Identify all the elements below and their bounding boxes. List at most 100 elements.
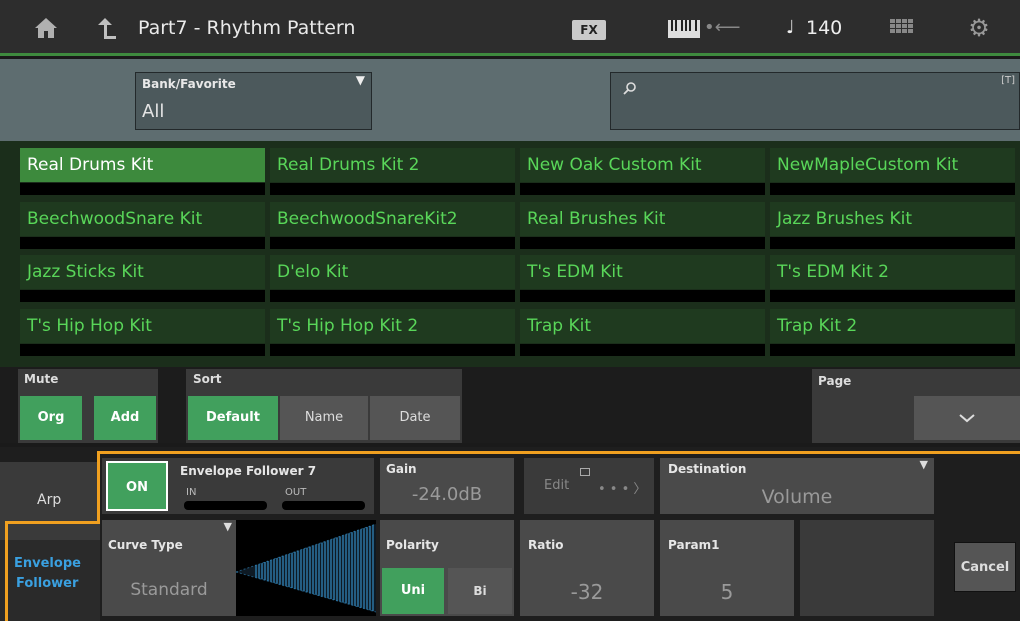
title-bar: Part7 - Rhythm Pattern FX •⟵ ♩ 140 ⚙ [0,0,1020,56]
kit-item-meter [20,290,265,302]
kit-item-label: D'elo Kit [270,255,515,289]
polarity-uni-button[interactable]: Uni [382,568,444,614]
envelope-on-button[interactable]: ON [106,461,168,511]
sort-date-button[interactable]: Date [370,396,460,440]
fx-badge[interactable]: FX [572,20,606,40]
kit-item-label: Jazz Sticks Kit [20,255,265,289]
envelope-in-meter [184,501,267,510]
kit-item[interactable]: Jazz Brushes Kit [770,202,1015,250]
kit-item[interactable]: T's EDM Kit [520,255,765,303]
dropdown-arrow-icon: ▼ [355,73,365,87]
page-down-button[interactable] [914,396,1020,440]
edit-label: Edit [544,478,570,493]
sort-default-button[interactable]: Default [188,396,278,440]
kit-item[interactable]: Real Drums Kit 2 [270,148,515,196]
kit-item-meter [520,237,765,249]
kit-item-label: Trap Kit 2 [770,309,1015,343]
envelope-out-meter [282,501,365,510]
kit-item-meter [20,237,265,249]
kit-item-label: BeechwoodSnareKit2 [270,202,515,236]
kit-item-label: Real Drums Kit 2 [270,148,515,182]
kit-item[interactable]: NewMapleCustom Kit [770,148,1015,196]
kit-item-meter [520,290,765,302]
text-input-icon[interactable]: [T] [1001,75,1015,86]
destination-select[interactable]: Destination ▼ Volume [660,458,934,514]
kit-item-meter [520,344,765,356]
sort-name-button[interactable]: Name [280,396,368,440]
param1-label: Param1 [668,538,720,552]
kit-item[interactable]: Real Drums Kit [20,148,265,196]
kit-item-meter [20,344,265,356]
page-title: Part7 - Rhythm Pattern [138,17,356,39]
kit-item[interactable]: T's EDM Kit 2 [770,255,1015,303]
polarity-label: Polarity [386,538,439,552]
ratio-knob[interactable]: Ratio -32 [520,520,654,616]
cancel-button[interactable]: Cancel [954,542,1016,592]
kit-item[interactable]: BeechwoodSnareKit2 [270,202,515,250]
gain-knob[interactable]: Gain -24.0dB [380,458,514,514]
kit-item-label: Real Drums Kit [20,148,265,182]
home-icon[interactable] [28,0,64,56]
kit-item[interactable]: BeechwoodSnare Kit [20,202,265,250]
kit-item-meter [770,183,1015,195]
tab-envelope-follower[interactable]: Envelope Follower [0,540,100,621]
edit-button[interactable]: Edit • • • 〉 [524,458,654,514]
search-input[interactable]: [T] [610,72,1020,130]
kit-item[interactable]: Real Brushes Kit [520,202,765,250]
kit-item[interactable]: Trap Kit [520,309,765,357]
gear-icon[interactable]: ⚙ [962,0,996,56]
envelope-in-label: IN [186,487,197,498]
grid-icon[interactable] [890,19,914,37]
curve-type-select[interactable]: Curve Type ▼ Standard [102,520,236,616]
kit-item-meter [270,237,515,249]
kit-item[interactable]: T's Hip Hop Kit 2 [270,309,515,357]
kit-item[interactable]: Trap Kit 2 [770,309,1015,357]
search-icon [623,81,637,99]
external-window-icon [580,468,590,476]
tab-arp[interactable]: Arp [0,462,100,540]
mute-org-button[interactable]: Org [20,396,82,440]
selection-border-step [5,521,100,524]
polarity-bi-button[interactable]: Bi [448,568,512,614]
bank-favorite-label: Bank/Favorite [142,77,236,91]
back-up-icon[interactable] [92,0,122,56]
kit-item[interactable]: Jazz Sticks Kit [20,255,265,303]
sort-label: Sort [193,372,222,386]
mute-add-button[interactable]: Add [94,396,156,440]
kit-item-meter [770,290,1015,302]
bank-favorite-value: All [142,101,165,122]
destination-value: Volume [761,486,833,508]
gain-label: Gain [386,462,417,476]
kit-item-label: BeechwoodSnare Kit [20,202,265,236]
empty-slot [800,520,934,616]
kit-item-meter [20,183,265,195]
tab-envelope-follower-label-2: Follower [16,576,79,591]
param1-knob[interactable]: Param1 5 [660,520,794,616]
kit-item[interactable]: T's Hip Hop Kit [20,309,265,357]
quarter-note-icon: ♩ [786,17,795,38]
gain-value: -24.0dB [411,484,483,505]
kit-item-meter [520,183,765,195]
dropdown-arrow-icon: ▼ [223,520,232,533]
kit-item-meter [270,344,515,356]
bank-favorite-select[interactable]: Bank/Favorite All ▼ [135,72,372,130]
selection-border-left-upper [97,451,100,522]
selection-border-top [97,451,1020,454]
envelope-out-label: OUT [285,487,307,498]
mute-label: Mute [24,372,59,386]
kit-item-label: T's EDM Kit 2 [770,255,1015,289]
ratio-value: -32 [570,580,604,604]
tempo-value[interactable]: 140 [806,0,842,56]
destination-label: Destination [668,462,747,476]
kit-item-meter [270,183,515,195]
curve-type-value: Standard [130,580,208,600]
kit-item-meter [770,344,1015,356]
kit-item-label: T's EDM Kit [520,255,765,289]
kit-item-label: T's Hip Hop Kit 2 [270,309,515,343]
kit-item-label: NewMapleCustom Kit [770,148,1015,182]
selection-border-left-lower [5,521,8,621]
kit-item[interactable]: D'elo Kit [270,255,515,303]
dots-arrow-icon: • • • 〉 [598,482,647,497]
kit-item[interactable]: New Oak Custom Kit [520,148,765,196]
tab-envelope-follower-label-1: Envelope [14,556,81,571]
